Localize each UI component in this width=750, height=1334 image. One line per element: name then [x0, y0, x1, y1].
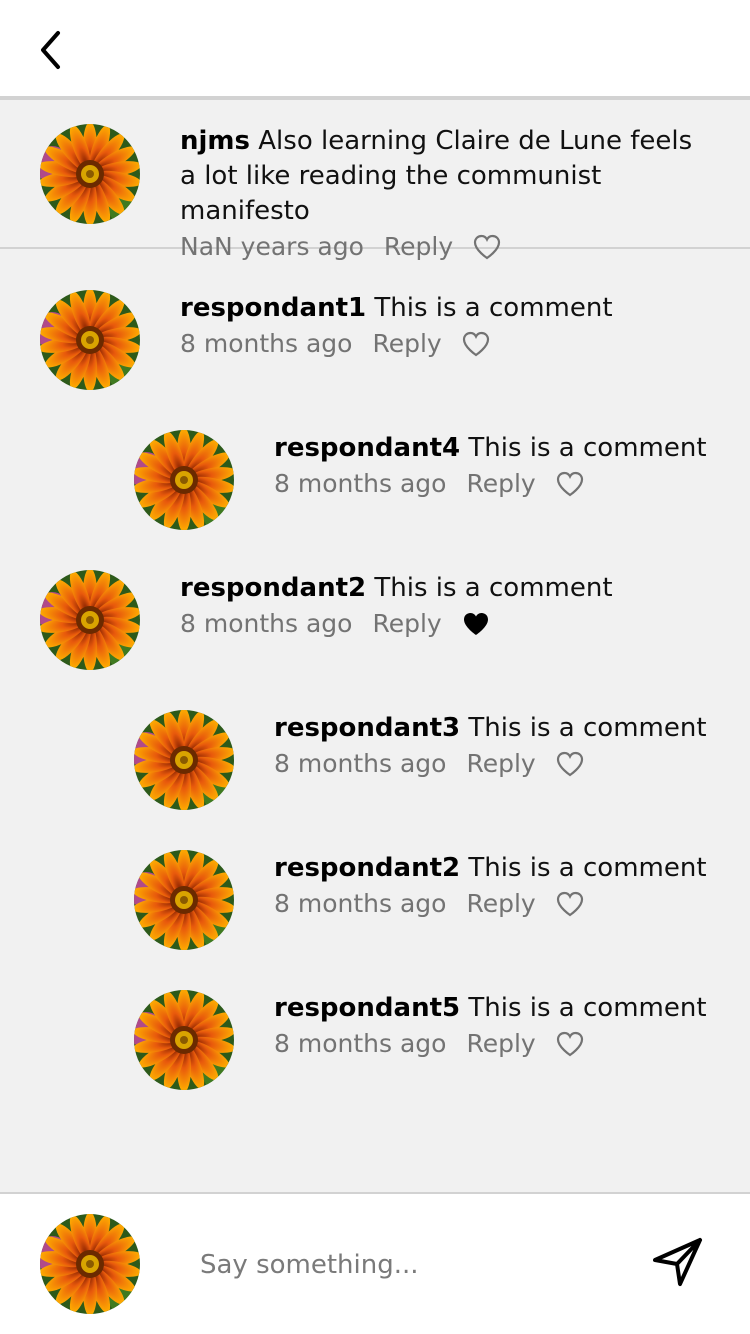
comment-time: 8 months ago — [274, 889, 447, 918]
heart-icon[interactable] — [556, 751, 584, 777]
caption-meta: NaN years ago Reply — [180, 229, 710, 264]
comment-text: respondant2 This is a comment — [180, 571, 710, 606]
reply-button[interactable]: Reply — [466, 886, 535, 921]
post-caption: njms Also learning Claire de Lune feels … — [0, 104, 750, 261]
comment-username[interactable]: respondant2 — [180, 573, 366, 603]
comment-composer — [0, 1192, 750, 1334]
comment-text: respondant1 This is a comment — [180, 291, 710, 326]
comment-message: This is a comment — [374, 293, 613, 323]
comment-time: 8 months ago — [180, 609, 353, 638]
send-button[interactable] — [650, 1234, 706, 1290]
reply-button[interactable]: Reply — [466, 1026, 535, 1061]
comment-message: This is a comment — [468, 853, 707, 883]
caption-time: NaN years ago — [180, 232, 364, 261]
avatar[interactable] — [134, 850, 234, 950]
reply-button[interactable]: Reply — [466, 746, 535, 781]
comment-meta: 8 months ago Reply — [274, 886, 710, 921]
reply-button[interactable]: Reply — [466, 466, 535, 501]
chevron-left-icon — [41, 31, 60, 69]
comment-username[interactable]: respondant3 — [274, 713, 460, 743]
comment-body: respondant2 This is a comment 8 months ag… — [180, 571, 710, 641]
heart-icon[interactable] — [556, 1031, 584, 1057]
header-bar — [0, 0, 750, 100]
back-button[interactable] — [28, 26, 72, 74]
avatar — [40, 1214, 140, 1314]
reply-button[interactable]: Reply — [372, 326, 441, 361]
avatar[interactable] — [40, 570, 140, 670]
avatar[interactable] — [134, 990, 234, 1090]
comment-time: 8 months ago — [274, 469, 447, 498]
reply-button[interactable]: Reply — [372, 606, 441, 641]
comment-time: 8 months ago — [274, 749, 447, 778]
comment-message: This is a comment — [468, 433, 707, 463]
comment-username[interactable]: respondant5 — [274, 993, 460, 1023]
heart-icon[interactable] — [556, 471, 584, 497]
reply-button[interactable]: Reply — [384, 229, 453, 264]
comment-message: This is a comment — [468, 993, 707, 1023]
caption-message: Also learning Claire de Lune feels a lot… — [180, 126, 693, 226]
comment-body: respondant3 This is a comment 8 months ag… — [274, 711, 710, 781]
comment-body: respondant2 This is a comment 8 months ag… — [274, 851, 710, 921]
comment-meta: 8 months ago Reply — [180, 606, 710, 641]
comment-body: respondant4 This is a comment 8 months ag… — [274, 431, 710, 501]
comment-time: 8 months ago — [274, 1029, 447, 1058]
comment-username[interactable]: respondant2 — [274, 853, 460, 883]
comment-message: This is a comment — [468, 713, 707, 743]
heart-icon[interactable] — [462, 611, 490, 637]
comment-body: respondant1 This is a comment 8 months ag… — [180, 291, 710, 361]
heart-icon[interactable] — [556, 891, 584, 917]
comment-message: This is a comment — [374, 573, 613, 603]
heart-icon[interactable] — [462, 331, 490, 357]
avatar[interactable] — [40, 124, 140, 224]
comment-time: 8 months ago — [180, 329, 353, 358]
avatar[interactable] — [134, 430, 234, 530]
comment-meta: 8 months ago Reply — [274, 466, 710, 501]
comment-text: respondant4 This is a comment — [274, 431, 710, 466]
comment-text: respondant2 This is a comment — [274, 851, 710, 886]
comment-text: respondant3 This is a comment — [274, 711, 710, 746]
comment-username[interactable]: respondant4 — [274, 433, 460, 463]
comment-body: respondant5 This is a comment 8 months ag… — [274, 991, 710, 1061]
comment-username[interactable]: respondant1 — [180, 293, 366, 323]
comment-meta: 8 months ago Reply — [274, 1026, 710, 1061]
avatar[interactable] — [134, 710, 234, 810]
caption-username[interactable]: njms — [180, 126, 250, 156]
comment-text: respondant5 This is a comment — [274, 991, 710, 1026]
heart-icon[interactable] — [473, 234, 501, 260]
avatar[interactable] — [40, 290, 140, 390]
send-icon — [653, 1238, 702, 1286]
caption-body: njms Also learning Claire de Lune feels … — [180, 124, 710, 264]
caption-text: njms Also learning Claire de Lune feels … — [180, 124, 710, 229]
comment-input[interactable] — [200, 1244, 600, 1286]
comment-meta: 8 months ago Reply — [274, 746, 710, 781]
comment-meta: 8 months ago Reply — [180, 326, 710, 361]
